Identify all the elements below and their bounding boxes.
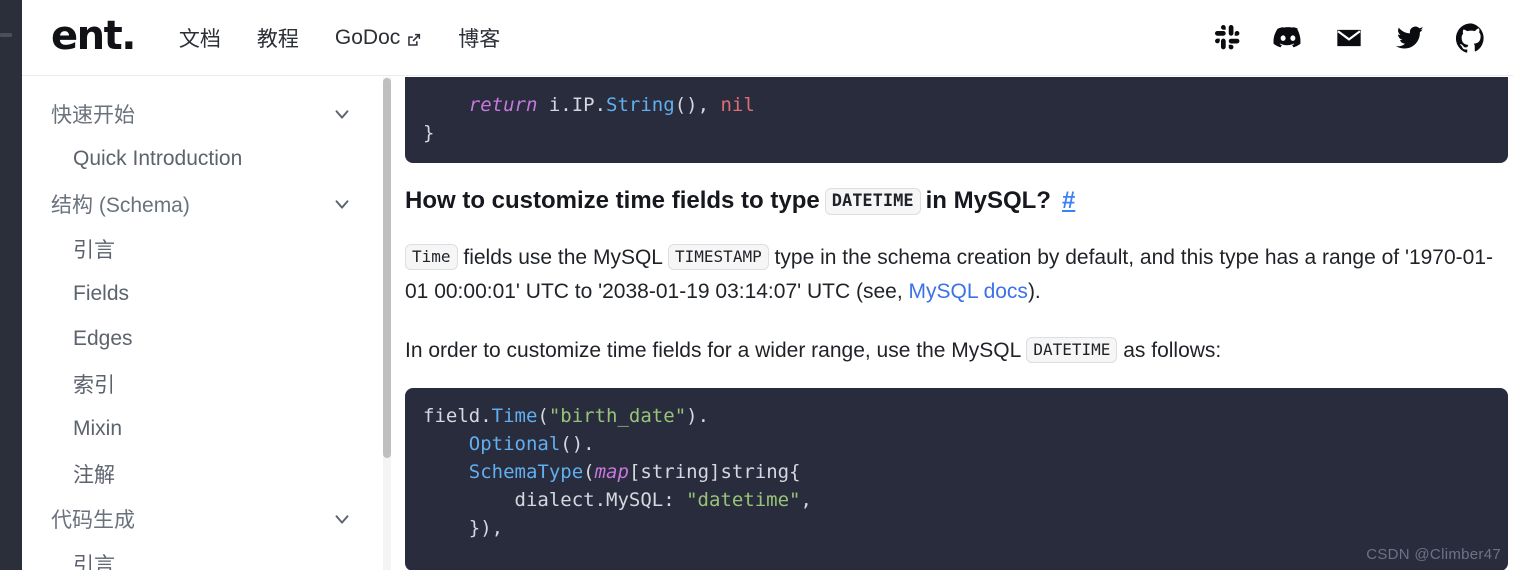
inline-code-time: Time xyxy=(405,244,458,270)
code-line: field.Time("birth_date"). xyxy=(423,405,710,427)
sidebar-item-label: 引言 xyxy=(73,553,115,570)
nav-label: GoDoc xyxy=(334,25,401,49)
sidebar-item-label: 索引 xyxy=(73,373,115,397)
mysql-docs-link[interactable]: MySQL docs xyxy=(909,280,1028,303)
page-heading: How to customize time fields to type DAT… xyxy=(405,187,1075,215)
code-line: } xyxy=(423,122,435,144)
nav-item-tutorial[interactable]: 教程 xyxy=(257,23,299,53)
browser-left-gutter xyxy=(0,0,22,570)
code-line: Optional(). xyxy=(468,433,595,455)
sidebar-item-annotations[interactable]: 注解 xyxy=(22,451,383,496)
inline-code-datetime: DATETIME xyxy=(1026,337,1118,363)
sidebar-scrollbar-thumb[interactable] xyxy=(383,78,391,458)
paragraph-text: fields use the MySQL xyxy=(457,246,669,269)
sidebar-group-quickstart[interactable]: 快速开始 xyxy=(22,91,383,136)
paragraph-text: In order to customize time fields for a … xyxy=(405,339,1027,362)
chevron-down-icon xyxy=(331,103,353,125)
sidebar-item-label: 代码生成 xyxy=(51,508,135,532)
site-logo[interactable]: ent. xyxy=(51,16,136,60)
external-link-icon xyxy=(406,30,422,46)
csdn-watermark: CSDN @Climber47 xyxy=(1366,546,1501,563)
sidebar-item-schema-intro[interactable]: 引言 xyxy=(22,226,383,271)
sidebar-item-label: 引言 xyxy=(73,238,115,262)
code-token-keyword: return xyxy=(468,94,538,116)
github-icon[interactable] xyxy=(1456,22,1486,53)
paragraph-text: ). xyxy=(1027,280,1041,303)
chevron-down-icon xyxy=(331,193,353,215)
nav-item-docs[interactable]: 文档 xyxy=(179,23,221,53)
nav-label: 教程 xyxy=(256,27,299,51)
sidebar: 快速开始 Quick Introduction 结构 (Schema) 引言 F… xyxy=(22,77,384,570)
paragraph-timestamp-range: Time fields use the MySQL TIMESTAMP type… xyxy=(405,240,1498,309)
site-header: ent. 文档 教程 GoDoc 博客 xyxy=(22,0,1513,76)
email-icon[interactable] xyxy=(1334,23,1364,53)
code-token-function: String xyxy=(606,94,675,116)
nav-label: 博客 xyxy=(458,27,501,51)
sidebar-item-quick-introduction[interactable]: Quick Introduction xyxy=(22,136,383,181)
slack-icon[interactable] xyxy=(1212,23,1242,53)
sidebar-group-codegen[interactable]: 代码生成 xyxy=(22,496,383,541)
sidebar-item-label: Edges xyxy=(73,326,133,350)
nav-item-godoc[interactable]: GoDoc xyxy=(335,26,422,50)
sidebar-list: 快速开始 Quick Introduction 结构 (Schema) 引言 F… xyxy=(22,77,383,570)
sidebar-item-label: Quick Introduction xyxy=(73,146,243,170)
heading-text-part1: How to customize time fields to type xyxy=(405,187,820,214)
heading-anchor-link[interactable]: # xyxy=(1062,187,1075,215)
sidebar-item-indexes[interactable]: 索引 xyxy=(22,361,383,406)
nav-label: 文档 xyxy=(178,27,221,51)
twitter-icon[interactable] xyxy=(1395,23,1425,53)
code-block-top: return i.IP.String(), nil} xyxy=(405,77,1508,163)
discord-icon[interactable] xyxy=(1273,23,1303,53)
main-nav: 文档 教程 GoDoc 博客 xyxy=(179,23,500,53)
nav-item-blog[interactable]: 博客 xyxy=(458,23,500,53)
sidebar-item-mixin[interactable]: Mixin xyxy=(22,406,383,451)
chevron-down-icon xyxy=(331,508,353,530)
sidebar-group-schema[interactable]: 结构 (Schema) xyxy=(22,181,383,226)
sidebar-item-edges[interactable]: Edges xyxy=(22,316,383,361)
sidebar-item-fields[interactable]: Fields xyxy=(22,271,383,316)
page-root: ent. 文档 教程 GoDoc 博客 快速开始 Quick Introduct… xyxy=(0,0,1513,570)
sidebar-item-codegen-intro[interactable]: 引言 xyxy=(22,541,383,570)
heading-inline-code-datetime: DATETIME xyxy=(824,187,921,215)
code-line: }), xyxy=(468,517,504,539)
paragraph-customize-intro: In order to customize time fields for a … xyxy=(405,333,1498,368)
social-links xyxy=(1212,22,1486,53)
main-content: return i.IP.String(), nil} How to custom… xyxy=(392,77,1513,570)
sidebar-item-label: Mixin xyxy=(73,416,123,440)
sidebar-item-label: 快速开始 xyxy=(51,103,135,127)
code-line: dialect.MySQL: "datetime", xyxy=(514,489,812,511)
code-block-bottom: field.Time("birth_date"). Optional(). Sc… xyxy=(405,388,1508,570)
sidebar-item-label: 结构 (Schema) xyxy=(51,193,190,217)
code-line: return i.IP.String(), nil xyxy=(423,91,1490,119)
code-token-plain: (), xyxy=(674,94,721,116)
code-token-nil: nil xyxy=(720,94,755,116)
sidebar-item-label: Fields xyxy=(73,281,130,305)
code-line: SchemaType(map[string]string{ xyxy=(468,461,801,483)
paragraph-text: as follows: xyxy=(1117,339,1222,362)
code-token-plain: i.IP. xyxy=(537,94,607,116)
gutter-nub xyxy=(0,33,12,37)
heading-text-part2: in MySQL? xyxy=(925,187,1051,214)
inline-code-timestamp: TIMESTAMP xyxy=(668,244,769,270)
sidebar-item-label: 注解 xyxy=(73,463,115,487)
